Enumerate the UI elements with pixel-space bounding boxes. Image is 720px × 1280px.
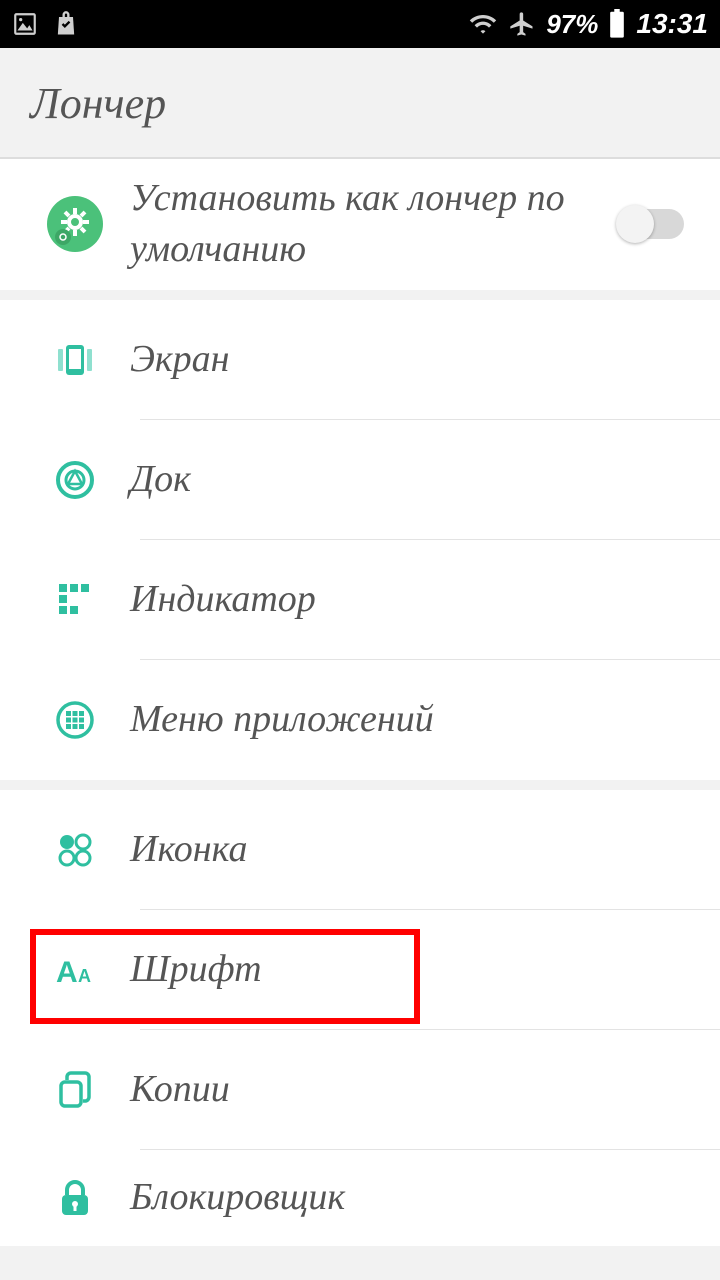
font-icon: A A	[54, 952, 96, 988]
shapes-icon	[55, 830, 95, 870]
row-default-launcher-label: Установить как лончер по умолчанию	[130, 173, 618, 276]
row-dock-label: Док	[130, 454, 700, 505]
page-header: Лончер	[0, 48, 720, 159]
row-copies[interactable]: Копии	[0, 1030, 720, 1150]
wifi-icon	[468, 12, 498, 36]
row-app-menu[interactable]: Меню приложений	[0, 660, 720, 780]
copies-icon	[55, 1070, 95, 1110]
row-icon[interactable]: Иконка	[0, 790, 720, 910]
default-launcher-toggle[interactable]	[618, 209, 684, 239]
row-screen[interactable]: Экран	[0, 300, 720, 420]
lock-icon	[57, 1178, 93, 1218]
airplane-icon	[508, 10, 536, 38]
row-blocker[interactable]: Блокировщик	[0, 1150, 720, 1246]
battery-percent: 97%	[546, 9, 598, 40]
indicator-icon	[56, 581, 94, 619]
settings-gear-badge-icon	[46, 195, 104, 253]
row-font[interactable]: A A Шрифт	[0, 910, 720, 1030]
row-copies-label: Копии	[130, 1064, 700, 1115]
row-font-label: Шрифт	[130, 944, 700, 995]
svg-text:A: A	[56, 956, 78, 988]
row-screen-label: Экран	[130, 334, 700, 385]
clock-time: 13:31	[636, 8, 708, 40]
page-title: Лончер	[30, 78, 690, 129]
row-app-menu-label: Меню приложений	[130, 694, 700, 745]
section-gap	[0, 290, 720, 300]
row-blocker-label: Блокировщик	[130, 1172, 700, 1223]
status-bar: 97% 13:31	[0, 0, 720, 48]
image-icon	[12, 11, 38, 37]
row-dock[interactable]: Док	[0, 420, 720, 540]
dock-icon	[55, 460, 95, 500]
svg-text:A: A	[78, 966, 91, 986]
shopping-bag-icon	[52, 10, 80, 38]
row-default-launcher[interactable]: Установить как лончер по умолчанию	[0, 159, 720, 290]
app-grid-icon	[55, 700, 95, 740]
row-indicator[interactable]: Индикатор	[0, 540, 720, 660]
battery-icon	[608, 9, 626, 39]
screen-icon	[54, 339, 96, 381]
section-gap	[0, 780, 720, 790]
row-indicator-label: Индикатор	[130, 574, 700, 625]
row-icon-label: Иконка	[130, 824, 700, 875]
